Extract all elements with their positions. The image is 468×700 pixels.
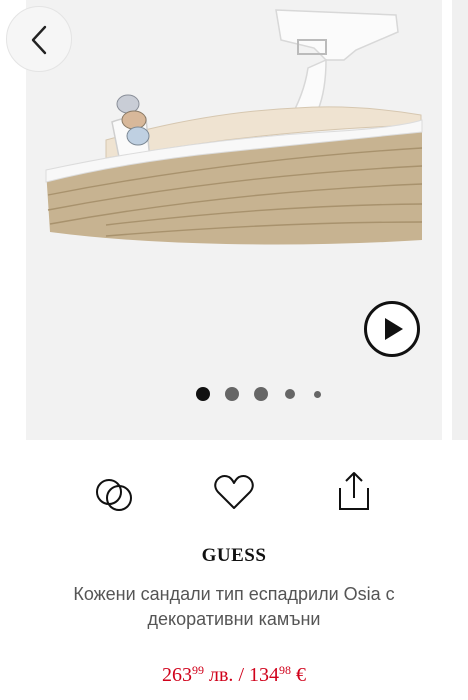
- sandal-illustration: [45, 9, 423, 245]
- product-actions: [0, 468, 468, 520]
- play-icon: [385, 318, 403, 340]
- product-price: 26399 лв. / 13498 €: [0, 663, 468, 687]
- price-bgn-dec: 99: [192, 663, 204, 677]
- price-bgn-currency: лв.: [209, 664, 234, 686]
- carousel-dot[interactable]: [314, 391, 321, 398]
- price-eur-currency: €: [296, 664, 306, 686]
- carousel-dot[interactable]: [225, 387, 239, 401]
- price-eur-int: 134: [249, 664, 279, 686]
- share-button[interactable]: [332, 468, 376, 516]
- carousel-dot[interactable]: [285, 389, 295, 399]
- heart-icon: [214, 475, 254, 509]
- compare-button[interactable]: [92, 468, 136, 516]
- product-brand[interactable]: GUESS: [0, 545, 468, 567]
- price-bgn-int: 263: [162, 664, 192, 686]
- carousel-dots: [196, 385, 336, 405]
- compare-circles-icon: [96, 479, 132, 511]
- product-title: Кожени сандали тип еспадрили Osia с деко…: [73, 584, 395, 629]
- share-icon: [339, 472, 369, 510]
- carousel-dot[interactable]: [254, 387, 268, 401]
- product-gallery[interactable]: [0, 0, 468, 440]
- carousel-dot-active[interactable]: [196, 387, 210, 401]
- chevron-left-icon: [31, 25, 47, 55]
- back-button[interactable]: [6, 6, 72, 72]
- wishlist-button[interactable]: [212, 468, 256, 516]
- price-separator: /: [238, 664, 244, 686]
- play-video-button[interactable]: [364, 301, 420, 357]
- next-image-peek[interactable]: [452, 0, 468, 440]
- product-image[interactable]: [26, 0, 442, 440]
- price-eur-dec: 98: [279, 663, 291, 677]
